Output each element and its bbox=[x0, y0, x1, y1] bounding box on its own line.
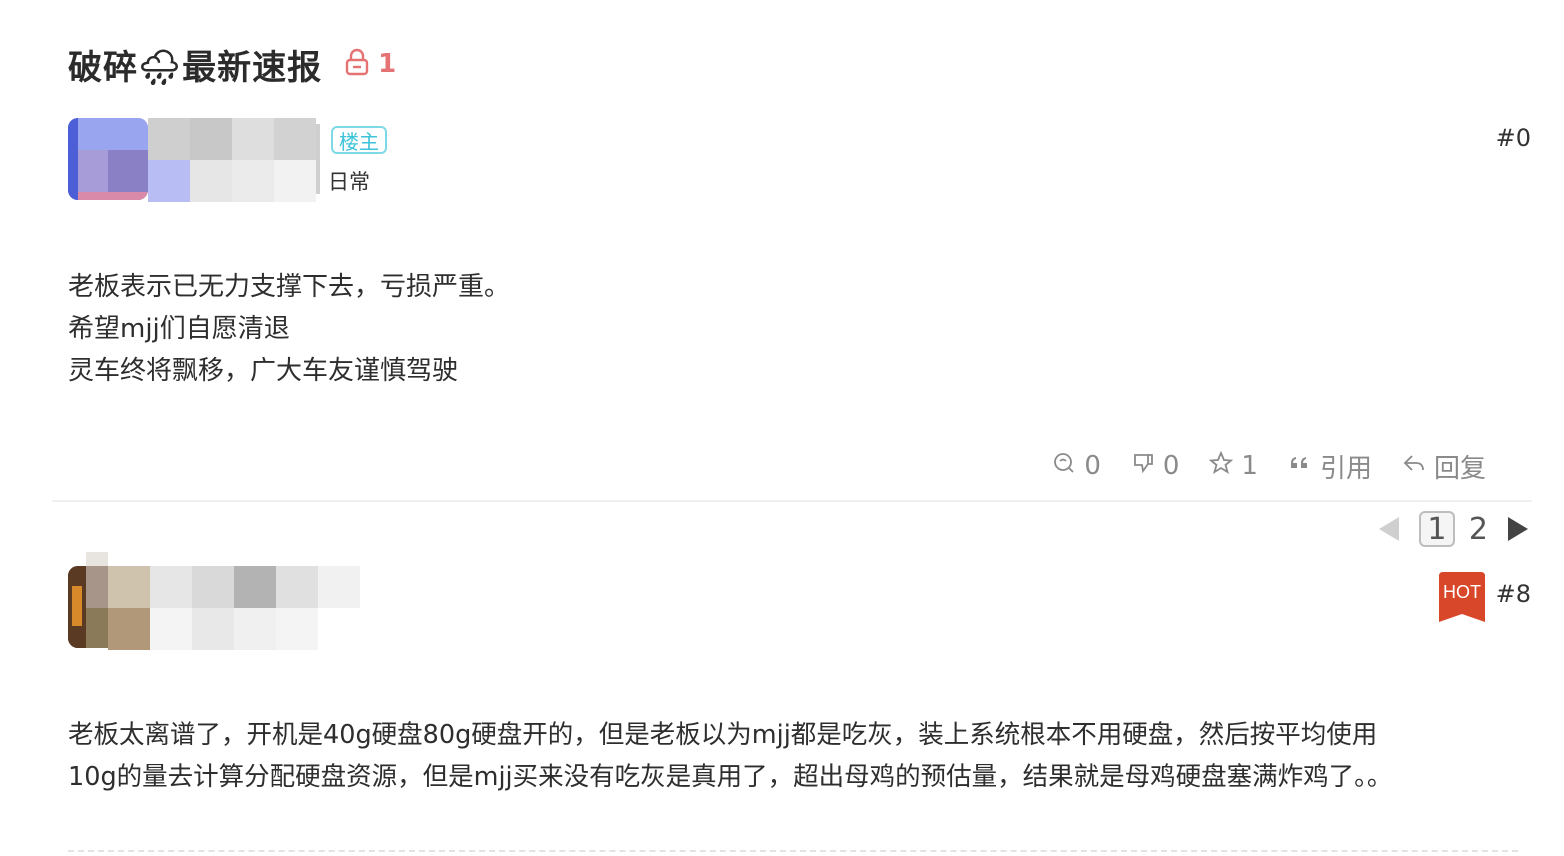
quote-label: 引用 bbox=[1319, 453, 1372, 484]
reply-button[interactable]: 回复 bbox=[1402, 448, 1486, 485]
hot-label: HOT bbox=[1443, 582, 1481, 602]
prev-page-icon bbox=[1378, 517, 1399, 541]
username-redacted[interactable] bbox=[108, 566, 360, 650]
lock-indicator: 1 bbox=[344, 48, 396, 80]
post-line: 10g的量去计算分配硬盘资源，但是mjj买来没有吃灰是真用了，超出母鸡的预估量，… bbox=[68, 762, 1393, 792]
op-badge: 楼主 bbox=[331, 126, 387, 154]
quote-icon bbox=[1288, 451, 1320, 482]
username-edge bbox=[316, 124, 320, 194]
lock-icon bbox=[344, 48, 370, 80]
thread-header: 破碎🌧最新速报 1 bbox=[68, 38, 396, 90]
avatar[interactable] bbox=[68, 566, 108, 648]
post-divider bbox=[68, 850, 1518, 852]
lock-count: 1 bbox=[378, 49, 397, 79]
quote-button[interactable]: 引用 bbox=[1288, 448, 1372, 485]
page-current[interactable]: 1 bbox=[1418, 511, 1455, 547]
like-button[interactable]: 0 bbox=[1052, 451, 1101, 482]
star-count: 1 bbox=[1241, 451, 1258, 481]
thread-title: 破碎🌧最新速报 bbox=[68, 47, 323, 88]
reply-icon bbox=[1402, 451, 1434, 482]
star-icon bbox=[1209, 450, 1241, 482]
hot-badge: HOT bbox=[1437, 572, 1487, 622]
floor-number[interactable]: #8 bbox=[1496, 580, 1531, 608]
like-count: 0 bbox=[1084, 451, 1101, 481]
floor-number[interactable]: #0 bbox=[1496, 124, 1531, 152]
dislike-count: 0 bbox=[1162, 451, 1180, 481]
reply-label: 回复 bbox=[1433, 453, 1486, 484]
post-line: 老板表示已无力支撑下去，亏损严重。 bbox=[68, 272, 511, 302]
avatar-edge bbox=[86, 552, 108, 566]
pagination: 1 2 bbox=[1378, 509, 1528, 549]
dislike-button[interactable]: 0 bbox=[1131, 451, 1180, 482]
post-divider bbox=[52, 500, 1532, 502]
post-content: 老板太离谱了，开机是40g硬盘80g硬盘开的，但是老板以为mjj都是吃灰，装上系… bbox=[68, 714, 1392, 798]
thread-page: 破碎🌧最新速报 1 楼主 日常 #0 老板表示已无力支撑下去，亏损严重。 希望m… bbox=[0, 0, 1564, 856]
next-page-icon[interactable] bbox=[1508, 517, 1528, 541]
post-content: 老板表示已无力支撑下去，亏损严重。 希望mjj们自愿清退 灵车终将飘移，广大车友… bbox=[68, 266, 510, 392]
post-line: 老板太离谱了，开机是40g硬盘80g硬盘开的，但是老板以为mjj都是吃灰，装上系… bbox=[68, 720, 1378, 750]
thumb-down-icon bbox=[1131, 451, 1163, 482]
avatar[interactable] bbox=[68, 118, 148, 200]
user-group: 日常 bbox=[328, 170, 370, 194]
post-line: 灵车终将飘移，广大车友谨慎驾驶 bbox=[68, 356, 459, 386]
favorite-button[interactable]: 1 bbox=[1209, 450, 1258, 482]
post-actions: 0 0 1 引用 回复 bbox=[1022, 446, 1486, 486]
like-icon bbox=[1052, 451, 1084, 482]
post-line: 希望mjj们自愿清退 bbox=[68, 314, 290, 344]
page-link[interactable]: 2 bbox=[1469, 512, 1488, 547]
username-redacted[interactable] bbox=[148, 118, 316, 202]
